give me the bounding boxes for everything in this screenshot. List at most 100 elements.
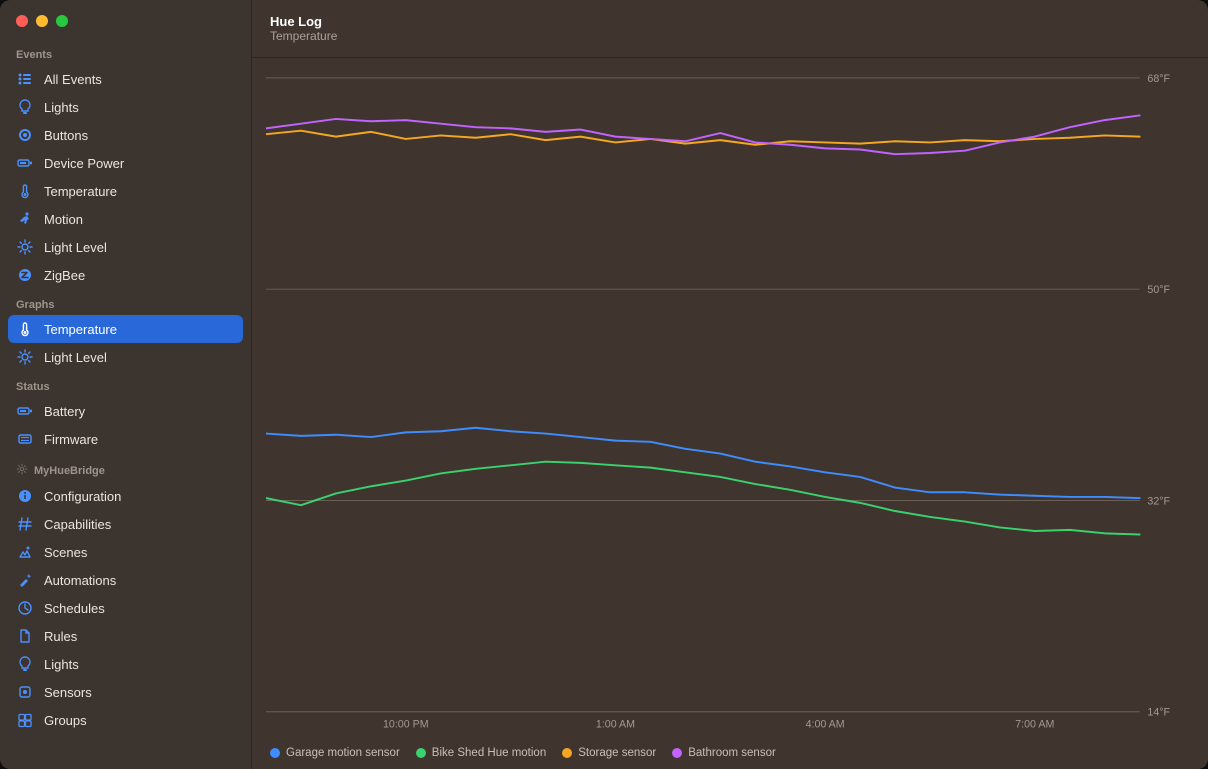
zigbee-icon bbox=[16, 266, 34, 284]
legend-swatch bbox=[562, 748, 572, 758]
chart-series-line bbox=[266, 462, 1140, 535]
legend-item: Bike Shed Hue motion bbox=[416, 747, 546, 759]
person-run-icon bbox=[16, 210, 34, 228]
app-title: Hue Log bbox=[270, 14, 1190, 29]
titlebar: Hue Log Temperature bbox=[252, 0, 1208, 58]
main-pane: Hue Log Temperature 68°F50°F32°F14°F10:0… bbox=[252, 0, 1208, 769]
sidebar-item-label: All Events bbox=[44, 72, 102, 87]
sidebar-item-device-power[interactable]: Device Power bbox=[8, 149, 243, 177]
gear-icon bbox=[16, 463, 28, 478]
sidebar-item-sensors[interactable]: Sensors bbox=[8, 678, 243, 706]
sidebar-item-label: Lights bbox=[44, 100, 79, 115]
sidebar-item-label: Device Power bbox=[44, 156, 124, 171]
legend-item: Garage motion sensor bbox=[270, 747, 400, 759]
sidebar-item-label: Capabilities bbox=[44, 517, 111, 532]
sidebar-item-label: Groups bbox=[44, 713, 87, 728]
magic-icon bbox=[16, 571, 34, 589]
x-tick-label: 1:00 AM bbox=[596, 718, 635, 730]
chart-series-line bbox=[266, 115, 1140, 154]
sidebar-section-header: Events bbox=[8, 39, 243, 65]
sidebar-section-title: Status bbox=[16, 381, 50, 393]
hash-icon bbox=[16, 515, 34, 533]
sidebar-item-label: Temperature bbox=[44, 184, 117, 199]
legend-label: Bathroom sensor bbox=[688, 747, 776, 759]
sidebar-item-label: Light Level bbox=[44, 240, 107, 255]
x-tick-label: 4:00 AM bbox=[806, 718, 845, 730]
sidebar-item-configuration[interactable]: Configuration bbox=[8, 482, 243, 510]
scene-icon bbox=[16, 543, 34, 561]
sensor-icon bbox=[16, 683, 34, 701]
sidebar-item-scenes[interactable]: Scenes bbox=[8, 538, 243, 566]
sidebar-item-label: Motion bbox=[44, 212, 83, 227]
sidebar-item-temperature[interactable]: Temperature bbox=[8, 177, 243, 205]
fullscreen-window-button[interactable] bbox=[56, 15, 68, 27]
sidebar-item-rules[interactable]: Rules bbox=[8, 622, 243, 650]
sidebar-item-label: Lights bbox=[44, 657, 79, 672]
sidebar-item-label: ZigBee bbox=[44, 268, 85, 283]
sidebar-item-groups[interactable]: Groups bbox=[8, 706, 243, 734]
chart-legend: Garage motion sensor Bike Shed Hue motion… bbox=[252, 741, 1208, 769]
legend-swatch bbox=[416, 748, 426, 758]
sun-icon bbox=[16, 348, 34, 366]
chart-area: 68°F50°F32°F14°F10:00 PM1:00 AM4:00 AM7:… bbox=[252, 58, 1208, 741]
sidebar-item-light-level[interactable]: Light Level bbox=[8, 233, 243, 261]
sidebar-scroll: Events All Events Lights Buttons Device Powe… bbox=[0, 39, 251, 761]
sidebar-item-lights[interactable]: Lights bbox=[8, 650, 243, 678]
group-icon bbox=[16, 711, 34, 729]
sidebar-item-label: Temperature bbox=[44, 322, 117, 337]
temperature-chart: 68°F50°F32°F14°F10:00 PM1:00 AM4:00 AM7:… bbox=[266, 70, 1194, 741]
minimize-window-button[interactable] bbox=[36, 15, 48, 27]
sidebar-item-label: Automations bbox=[44, 573, 116, 588]
window-traffic-lights bbox=[0, 0, 251, 39]
sidebar-item-firmware[interactable]: Firmware bbox=[8, 425, 243, 453]
legend-swatch bbox=[672, 748, 682, 758]
sidebar-item-automations[interactable]: Automations bbox=[8, 566, 243, 594]
thermometer-icon bbox=[16, 182, 34, 200]
list-bullet-icon bbox=[16, 70, 34, 88]
clock-icon bbox=[16, 599, 34, 617]
sidebar-item-label: Scenes bbox=[44, 545, 87, 560]
x-tick-label: 10:00 PM bbox=[383, 718, 429, 730]
legend-label: Garage motion sensor bbox=[286, 747, 400, 759]
x-tick-label: 7:00 AM bbox=[1015, 718, 1054, 730]
battery-icon bbox=[16, 402, 34, 420]
sidebar-item-light-level[interactable]: Light Level bbox=[8, 343, 243, 371]
sidebar-item-label: Rules bbox=[44, 629, 77, 644]
sidebar-section-header: MyHueBridge bbox=[8, 453, 243, 482]
legend-item: Bathroom sensor bbox=[672, 747, 776, 759]
sidebar-item-battery[interactable]: Battery bbox=[8, 397, 243, 425]
sidebar-item-motion[interactable]: Motion bbox=[8, 205, 243, 233]
lightbulb-icon bbox=[16, 98, 34, 116]
sidebar: Events All Events Lights Buttons Device Powe… bbox=[0, 0, 252, 769]
sidebar-item-schedules[interactable]: Schedules bbox=[8, 594, 243, 622]
info-icon bbox=[16, 487, 34, 505]
legend-swatch bbox=[270, 748, 280, 758]
sidebar-item-all-events[interactable]: All Events bbox=[8, 65, 243, 93]
circle-icon bbox=[16, 126, 34, 144]
thermometer-icon bbox=[16, 320, 34, 338]
close-window-button[interactable] bbox=[16, 15, 28, 27]
sun-icon bbox=[16, 238, 34, 256]
sidebar-item-temperature[interactable]: Temperature bbox=[8, 315, 243, 343]
app-window: Events All Events Lights Buttons Device Powe… bbox=[0, 0, 1208, 769]
sidebar-section-header: Status bbox=[8, 371, 243, 397]
y-tick-label: 14°F bbox=[1147, 707, 1170, 719]
sidebar-item-label: Schedules bbox=[44, 601, 105, 616]
sidebar-item-lights[interactable]: Lights bbox=[8, 93, 243, 121]
sidebar-item-zigbee[interactable]: ZigBee bbox=[8, 261, 243, 289]
page-subtitle: Temperature bbox=[270, 29, 1190, 43]
legend-label: Storage sensor bbox=[578, 747, 656, 759]
sidebar-section-title: Graphs bbox=[16, 299, 55, 311]
sidebar-item-capabilities[interactable]: Capabilities bbox=[8, 510, 243, 538]
sidebar-item-label: Battery bbox=[44, 404, 85, 419]
sidebar-item-label: Light Level bbox=[44, 350, 107, 365]
sidebar-item-label: Buttons bbox=[44, 128, 88, 143]
chart-series-line bbox=[266, 428, 1140, 498]
y-tick-label: 50°F bbox=[1147, 284, 1170, 296]
sidebar-section-title: MyHueBridge bbox=[34, 465, 105, 477]
sidebar-item-buttons[interactable]: Buttons bbox=[8, 121, 243, 149]
battery-icon bbox=[16, 154, 34, 172]
doc-icon bbox=[16, 627, 34, 645]
legend-label: Bike Shed Hue motion bbox=[432, 747, 546, 759]
lightbulb-icon bbox=[16, 655, 34, 673]
